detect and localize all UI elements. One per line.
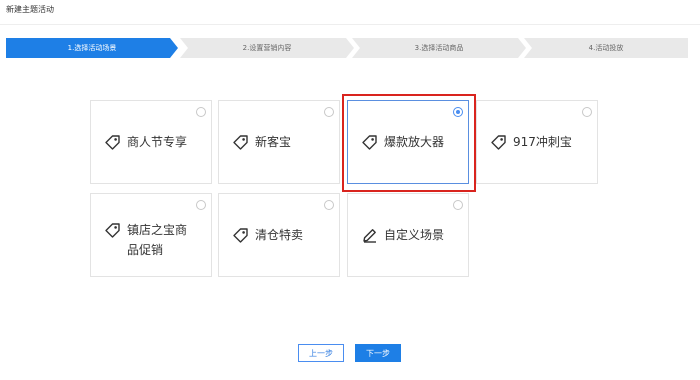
previous-step-button[interactable]: 上一步 [298, 344, 344, 362]
tag-icon [105, 135, 120, 150]
option-card-new-customer[interactable]: 新客宝 [218, 100, 340, 184]
step-label: 3.选择活动商品 [414, 44, 464, 52]
step-label: 4.活动投放 [588, 44, 624, 52]
option-label: 新客宝 [255, 135, 292, 149]
tag-icon [491, 135, 506, 150]
option-label: 清仓特卖 [255, 228, 304, 242]
title-divider [0, 24, 700, 25]
option-label: 商人节专享 [127, 135, 188, 149]
step-select-scene: 1.选择活动场景 [6, 38, 178, 58]
tag-icon [362, 135, 377, 150]
option-card-917-sprint[interactable]: 917冲刺宝 [476, 100, 598, 184]
option-card-bestseller-amplifier[interactable]: 爆款放大器 [347, 100, 469, 184]
step-marketing-content: 2.设置营销内容 [180, 38, 354, 58]
radio-button[interactable] [324, 107, 334, 117]
option-label: 爆款放大器 [384, 135, 445, 149]
radio-button[interactable] [196, 107, 206, 117]
option-label: 917冲刺宝 [513, 135, 572, 149]
option-card-custom-scene[interactable]: 自定义场景 [347, 193, 469, 277]
option-label: 自定义场景 [384, 228, 445, 242]
progress-stepper: 1.选择活动场景 2.设置营销内容 3.选择活动商品 4.活动投放 [6, 38, 688, 58]
step-label: 2.设置营销内容 [242, 44, 292, 52]
radio-button[interactable] [453, 200, 463, 210]
radio-button[interactable] [324, 200, 334, 210]
option-card-merchant-festival[interactable]: 商人节专享 [90, 100, 212, 184]
edit-icon [363, 229, 376, 243]
tag-icon [233, 228, 248, 243]
radio-button[interactable] [196, 200, 206, 210]
radio-button-checked[interactable] [453, 107, 463, 117]
option-card-store-treasure[interactable]: 镇店之宝商品促销 [90, 193, 212, 277]
next-step-button[interactable]: 下一步 [355, 344, 401, 362]
tag-icon [233, 135, 248, 150]
option-card-clearance-sale[interactable]: 清仓特卖 [218, 193, 340, 277]
option-label: 镇店之宝商品促销 [127, 223, 188, 257]
step-select-products: 3.选择活动商品 [352, 38, 526, 58]
radio-button[interactable] [582, 107, 592, 117]
tag-icon [105, 223, 120, 238]
step-label: 1.选择活动场景 [67, 44, 117, 52]
page-title: 新建主题活动 [6, 5, 54, 14]
step-launch: 4.活动投放 [524, 38, 688, 58]
